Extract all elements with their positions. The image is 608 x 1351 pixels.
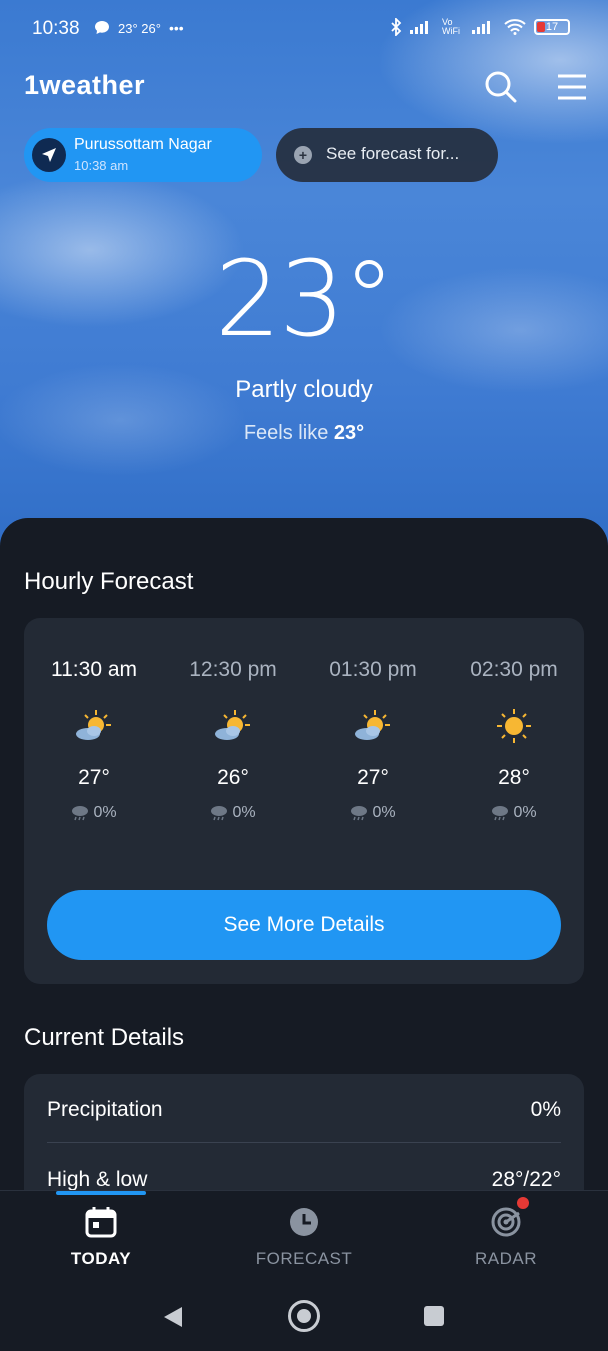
vowifi-label: Vo WiFi <box>442 17 460 36</box>
rain-cloud-icon <box>72 806 89 821</box>
status-more: ••• <box>168 20 184 36</box>
signal-icon <box>410 21 428 34</box>
detail-row-precipitation: Precipitation 0% <box>47 1090 561 1130</box>
location-arrow-icon <box>32 138 66 172</box>
hourly-item[interactable]: 11:30 am 27° 0% <box>29 658 159 822</box>
detail-label: High & low <box>47 1168 148 1191</box>
hour-time: 02:30 pm <box>470 658 558 681</box>
feels-like-label: Feels like <box>243 422 329 444</box>
status-time: 10:38 <box>32 18 80 39</box>
nav-tab-forecast[interactable]: FORECAST <box>234 1205 374 1269</box>
location-name: Purussottam Nagar <box>74 136 212 153</box>
hourly-item[interactable]: 12:30 pm 26° 0% <box>168 658 298 822</box>
status-notifications: 23° 26° ••• <box>94 20 184 36</box>
active-tab-indicator <box>56 1191 146 1195</box>
hour-precip-value: 0% <box>372 804 396 821</box>
hour-temp: 28° <box>498 766 530 789</box>
location-time: 10:38 am <box>74 158 129 173</box>
detail-label: Precipitation <box>47 1098 163 1121</box>
rain-cloud-icon <box>351 806 368 821</box>
feels-like: Feels like 23° <box>0 422 608 445</box>
current-location-pill[interactable]: Purussottam Nagar 10:38 am <box>24 128 262 182</box>
battery-level: 17 <box>545 21 559 33</box>
rain-cloud-icon <box>211 806 228 821</box>
recent-apps-icon[interactable] <box>424 1306 444 1326</box>
status-bar: 10:38 23° 26° ••• Vo WiFi 17 <box>0 16 608 44</box>
partly-sunny-icon <box>74 708 114 744</box>
nav-tab-today[interactable]: TODAY <box>31 1205 171 1269</box>
home-icon[interactable] <box>288 1300 320 1332</box>
signal-2-icon <box>472 21 490 34</box>
hour-precip: 0% <box>449 804 579 822</box>
see-more-details-button[interactable]: See More Details <box>47 890 561 960</box>
app-logo: 1weather <box>24 70 146 100</box>
hour-precip-value: 0% <box>93 804 117 821</box>
partly-sunny-icon <box>213 708 253 744</box>
bottom-navigation: TODAY FORECAST RADAR <box>0 1190 608 1280</box>
hour-precip: 0% <box>168 804 298 822</box>
hour-time: 01:30 pm <box>329 658 417 681</box>
status-right: Vo WiFi 17 <box>390 18 570 36</box>
see-forecast-label: See forecast for... <box>326 144 460 163</box>
hour-precip: 0% <box>29 804 159 822</box>
hour-temp: 27° <box>357 766 389 789</box>
wifi-icon <box>504 19 526 35</box>
sunny-icon <box>494 708 534 744</box>
status-temps: 23° 26° <box>118 20 161 36</box>
hour-time: 12:30 pm <box>189 658 277 681</box>
rain-cloud-icon <box>492 806 509 821</box>
calendar-icon <box>84 1205 118 1239</box>
hour-time: 11:30 am <box>51 658 137 681</box>
hour-precip-value: 0% <box>232 804 256 821</box>
add-location-icon: + <box>294 146 312 164</box>
back-icon[interactable] <box>162 1305 184 1329</box>
partly-sunny-icon <box>353 708 393 744</box>
menu-button[interactable] <box>556 72 588 102</box>
detail-value: 28°/22° <box>491 1168 561 1191</box>
search-button[interactable] <box>484 70 518 104</box>
bluetooth-icon <box>391 18 402 36</box>
nav-label: FORECAST <box>255 1249 353 1268</box>
hourly-item[interactable]: 02:30 pm 28° 0% <box>449 658 579 822</box>
hourly-forecast-card: 11:30 am 27° 0% 12:30 pm 26° 0% 01:30 pm… <box>24 618 584 984</box>
current-temperature: 23° <box>214 238 395 360</box>
hour-temp: 27° <box>78 766 110 789</box>
battery-icon: 17 <box>534 19 570 35</box>
clock-icon <box>287 1205 321 1239</box>
hourly-forecast-title: Hourly Forecast <box>24 568 194 595</box>
nav-tab-radar[interactable]: RADAR <box>436 1197 576 1269</box>
nav-label: RADAR <box>474 1249 537 1268</box>
feels-like-value: 23° <box>333 422 365 444</box>
hamburger-menu-icon <box>558 74 586 100</box>
current-condition: Partly cloudy <box>235 376 373 403</box>
divider <box>47 1142 561 1143</box>
hourly-item[interactable]: 01:30 pm 27° 0% <box>308 658 438 822</box>
hour-temp: 26° <box>217 766 249 789</box>
radar-icon <box>489 1197 529 1239</box>
hour-precip: 0% <box>308 804 438 822</box>
chat-bubble-icon <box>95 21 109 34</box>
detail-value: 0% <box>530 1098 561 1121</box>
current-details-title: Current Details <box>24 1024 185 1051</box>
nav-label: TODAY <box>70 1249 132 1268</box>
search-icon <box>485 71 517 103</box>
notification-dot <box>517 1197 529 1209</box>
system-navigation-bar <box>0 1280 608 1351</box>
hour-precip-value: 0% <box>513 804 537 821</box>
see-forecast-for-button[interactable]: + See forecast for... <box>276 128 498 182</box>
